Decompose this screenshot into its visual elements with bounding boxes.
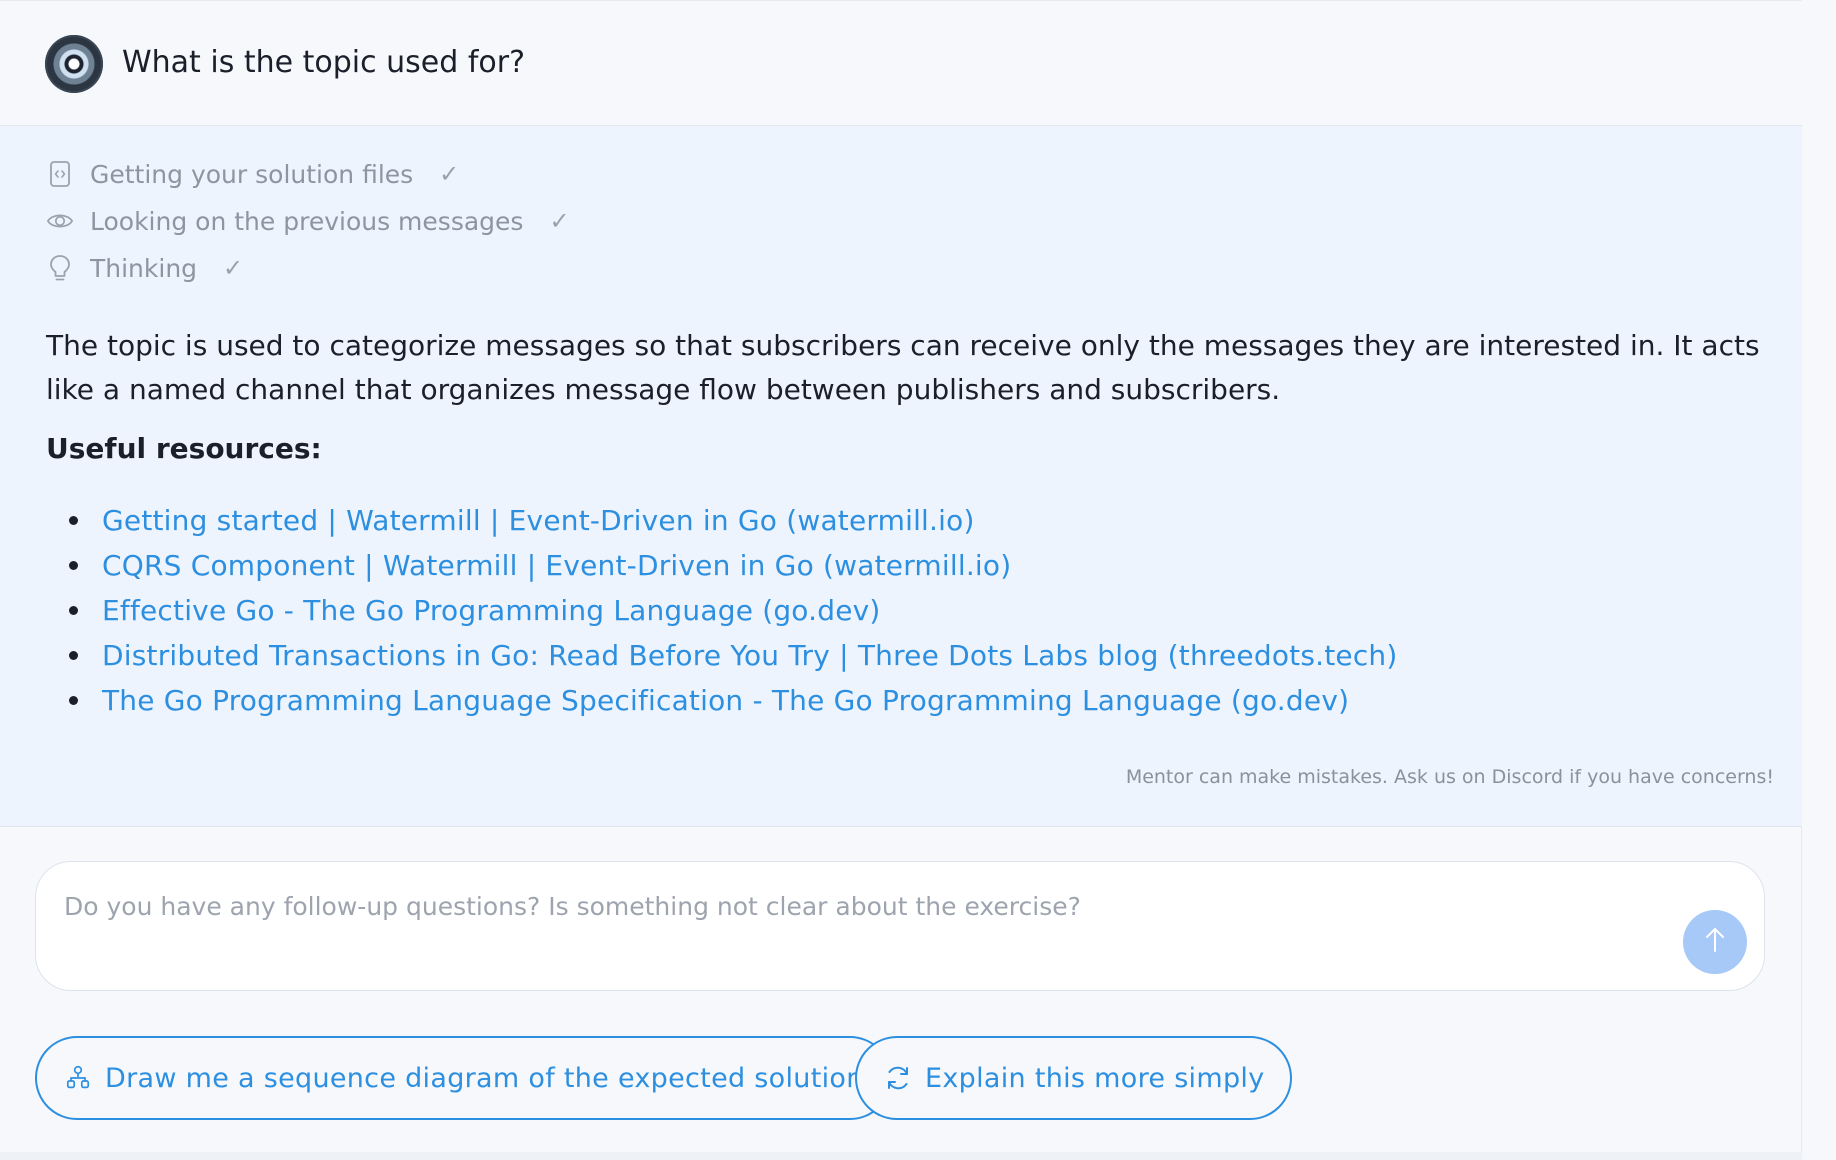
resource-item: Getting started | Watermill | Event-Driv… <box>46 498 1398 543</box>
resource-link-watermill-getting-started[interactable]: Getting started | Watermill | Event-Driv… <box>102 504 975 537</box>
check-icon: ✓ <box>439 160 460 188</box>
step-looking-previous-messages: Looking on the previous messages ✓ <box>46 205 570 237</box>
bullet <box>69 606 78 615</box>
resource-item: The Go Programming Language Specificatio… <box>46 678 1398 723</box>
resource-item: Distributed Transactions in Go: Read Bef… <box>46 633 1398 678</box>
user-question-row: What is the topic used for? <box>0 0 1802 126</box>
sitemap-icon <box>63 1063 93 1093</box>
step-label: Looking on the previous messages <box>90 206 524 236</box>
user-question-text: What is the topic used for? <box>122 45 526 80</box>
step-getting-solution-files: Getting your solution files ✓ <box>46 158 459 190</box>
resources-heading: Useful resources: <box>46 432 322 465</box>
lightbulb-icon <box>46 254 74 282</box>
suggestion-label: Draw me a sequence diagram of the expect… <box>105 1062 864 1094</box>
suggestion-label: Explain this more simply <box>925 1062 1265 1094</box>
refresh-icon <box>883 1063 913 1093</box>
resource-link-effective-go[interactable]: Effective Go - The Go Programming Langua… <box>102 594 881 627</box>
eye-icon <box>46 207 74 235</box>
resources-list: Getting started | Watermill | Event-Driv… <box>46 498 1398 723</box>
step-thinking: Thinking ✓ <box>46 252 243 284</box>
resource-link-watermill-cqrs[interactable]: CQRS Component | Watermill | Event-Drive… <box>102 549 1011 582</box>
suggestion-sequence-diagram-button[interactable]: Draw me a sequence diagram of the expect… <box>35 1036 892 1120</box>
bottom-divider <box>0 1152 1802 1160</box>
send-button[interactable] <box>1683 910 1747 974</box>
mentor-answer: Getting your solution files ✓ Looking on… <box>0 126 1802 827</box>
resource-item: Effective Go - The Go Programming Langua… <box>46 588 1398 633</box>
resource-link-go-spec[interactable]: The Go Programming Language Specificatio… <box>102 684 1349 717</box>
bullet <box>69 651 78 660</box>
user-avatar <box>45 35 103 93</box>
suggestion-explain-simply-button[interactable]: Explain this more simply <box>855 1036 1293 1120</box>
follow-up-input[interactable] <box>64 892 1654 962</box>
bullet <box>69 561 78 570</box>
disclaimer-text: Mentor can make mistakes. Ask us on Disc… <box>1125 766 1774 788</box>
step-label: Thinking <box>90 253 198 283</box>
resource-item: CQRS Component | Watermill | Event-Drive… <box>46 543 1398 588</box>
step-label: Getting your solution files <box>90 159 414 189</box>
arrow-up-icon <box>1704 926 1726 958</box>
check-icon: ✓ <box>223 254 244 282</box>
bullet <box>69 516 78 525</box>
bullet <box>69 696 78 705</box>
resource-link-distributed-transactions[interactable]: Distributed Transactions in Go: Read Bef… <box>102 639 1398 672</box>
code-file-icon <box>46 160 74 188</box>
answer-text: The topic is used to categorize messages… <box>46 329 1760 406</box>
check-icon: ✓ <box>549 207 570 235</box>
mentor-chat-panel: What is the topic used for? Getting your… <box>0 0 1802 1160</box>
follow-up-input-box <box>35 861 1765 991</box>
